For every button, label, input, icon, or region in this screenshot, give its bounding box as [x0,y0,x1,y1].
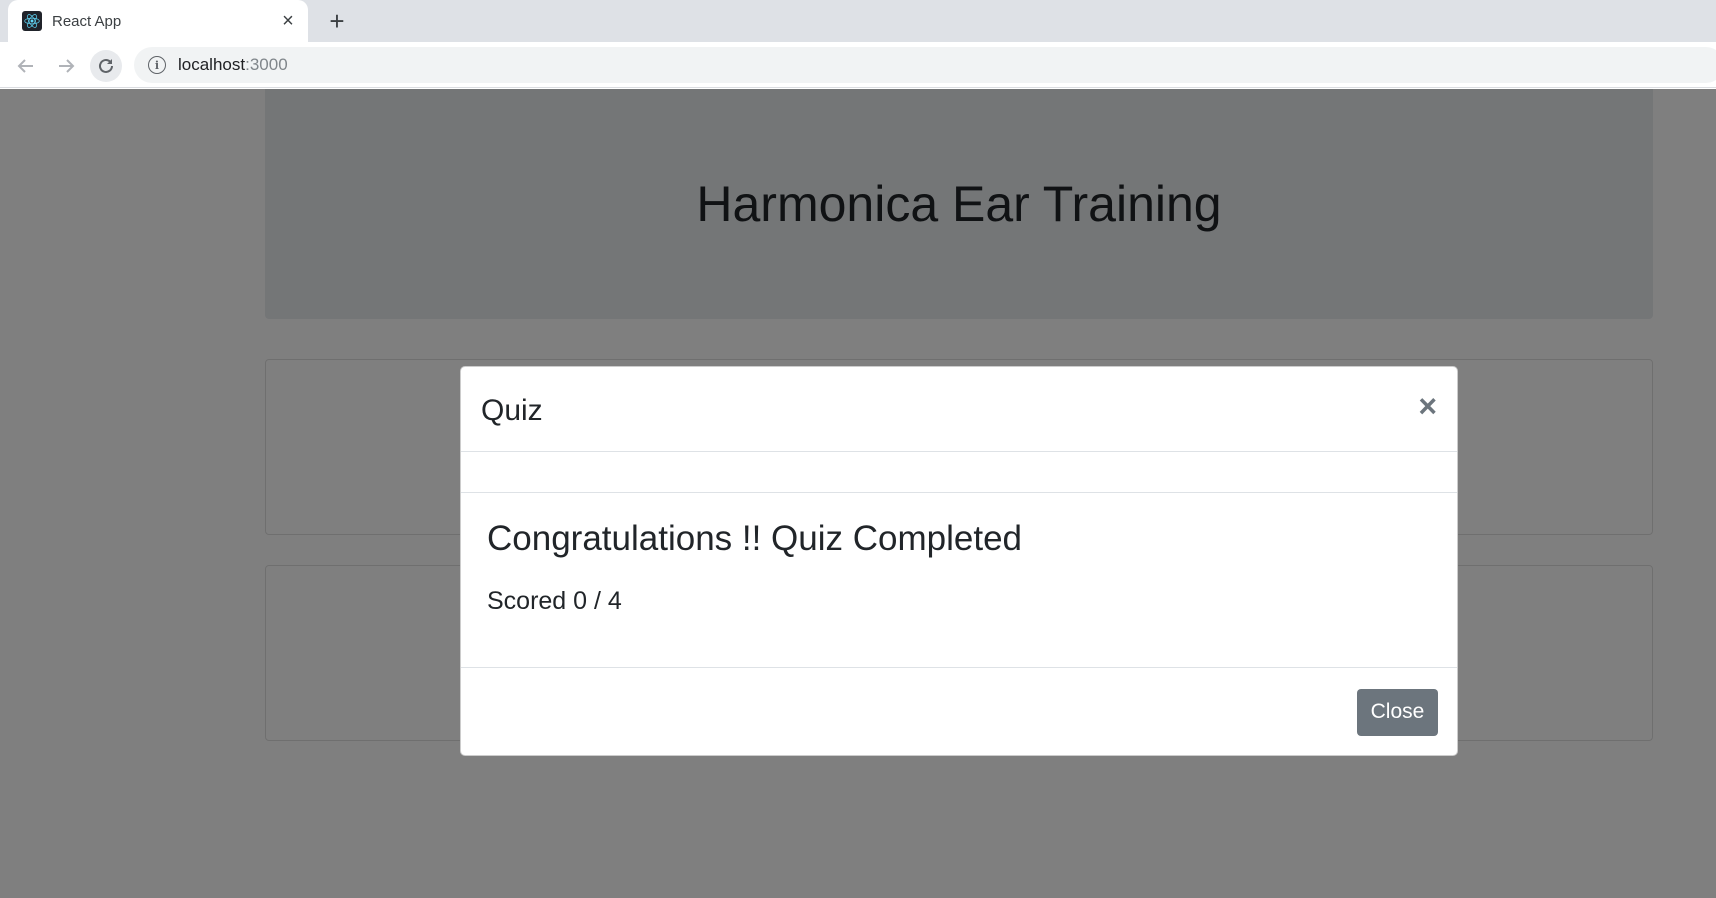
modal-body: Congratulations !! Quiz Completed Scored… [461,493,1457,668]
quiz-modal: Quiz × Congratulations !! Quiz Completed… [460,366,1458,756]
close-icon[interactable]: × [1418,390,1437,422]
reload-icon[interactable] [90,50,122,82]
address-bar[interactable]: i localhost :3000 [134,47,1716,83]
modal-title: Quiz [481,394,543,427]
page-content: Harmonica Ear Training Quiz × Congratula… [0,89,1716,898]
congrats-message: Congratulations !! Quiz Completed [487,519,1022,558]
browser-tab[interactable]: React App × [8,0,308,42]
close-button[interactable]: Close [1357,688,1438,736]
back-arrow-icon[interactable] [10,50,42,82]
url-port: :3000 [245,55,288,74]
score-text: Scored 0 / 4 [487,587,622,615]
browser-toolbar: i localhost :3000 [0,42,1716,88]
forward-arrow-icon[interactable] [50,50,82,82]
url-host: localhost [178,55,246,74]
info-icon[interactable]: i [148,56,166,74]
modal-header: Quiz × [461,367,1457,452]
react-logo-icon [22,11,42,31]
modal-divider [461,452,1457,493]
tab-close-icon[interactable]: × [278,11,298,31]
new-tab-icon[interactable]: + [324,8,350,34]
tab-strip: React App × + [0,0,1716,42]
modal-footer: Close [461,668,1457,756]
tab-title: React App [52,12,122,30]
